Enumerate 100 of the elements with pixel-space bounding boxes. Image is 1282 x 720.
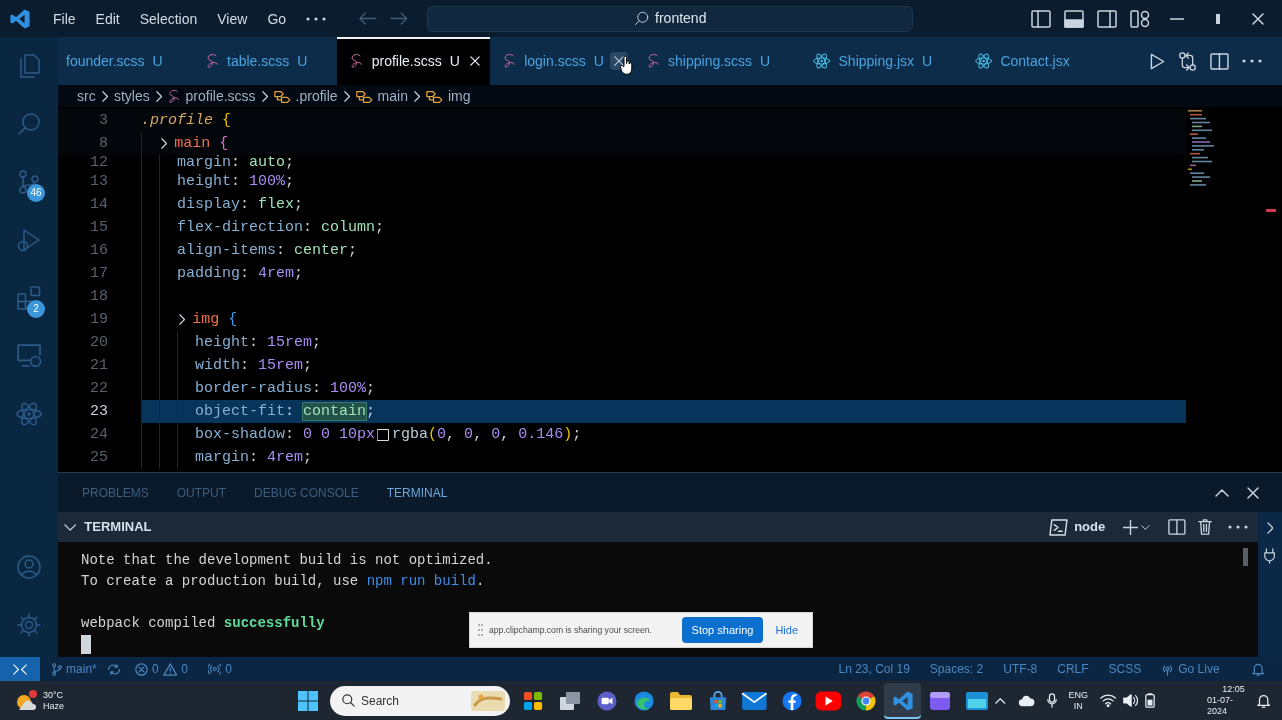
status-item[interactable]: Ln 23, Col 19 [832,657,916,681]
line-number: 13 [89,172,109,192]
compare-changes-icon[interactable] [1178,51,1198,71]
clock-time: 12:05 [1222,684,1245,695]
atom-icon [813,53,831,69]
code-text: height: 100%; [177,172,295,192]
go-live-button[interactable]: Go Live [1155,657,1226,681]
breadcrumb-item[interactable]: .profile [273,85,338,107]
line-number: 14 [89,195,109,215]
speaker-icon[interactable] [1123,694,1138,707]
microphone-icon[interactable] [1046,693,1057,708]
editor-tab[interactable]: login.scss U [489,37,634,85]
bell-icon[interactable] [1251,662,1264,676]
battery-icon[interactable] [1145,693,1155,708]
breadcrumb-item[interactable]: main [355,85,408,107]
breadcrumb-item[interactable]: img [426,85,471,107]
editor-tab[interactable]: Shipping.jsx U [800,37,963,85]
shell-selector[interactable]: node [1049,517,1106,537]
close-icon [613,56,624,66]
split-editor-icon[interactable] [1210,52,1229,70]
chevron-icon [155,90,163,102]
code-text: padding: 4rem; [177,264,304,284]
menu-item[interactable]: File [43,8,86,29]
notification-icon[interactable] [1256,693,1270,708]
color-swatch-icon[interactable] [377,428,390,441]
editor-tab[interactable]: founder.scss U [58,37,193,85]
panel-toggle-icon[interactable] [1064,9,1084,28]
editor-tab[interactable]: table.scss U [192,37,338,85]
chevron-right-icon[interactable] [1266,522,1274,534]
run-icon[interactable] [1150,52,1166,70]
wifi-icon[interactable] [1100,694,1117,707]
windows-logo-icon[interactable] [298,690,318,711]
code-text: height: 15rem; [195,333,322,353]
chevron-icon [101,90,108,102]
minimize-icon[interactable] [1170,17,1184,20]
code-text: img { [192,310,238,330]
layout-icon[interactable] [1130,9,1150,28]
line-number: 16 [89,241,109,261]
problems-indicator[interactable]: 0 0 [128,657,194,681]
status-item[interactable]: SCSS [1102,657,1148,681]
plug-icon[interactable] [1264,548,1276,564]
count-badge: 2 [27,300,45,318]
branch-icon [52,662,63,676]
split-terminal-icon[interactable] [1168,519,1186,535]
sync-icon[interactable] [106,663,121,675]
back-arrow-icon[interactable] [358,12,377,25]
menu-item[interactable]: View [207,8,258,29]
search-icon [342,694,355,707]
remote-button[interactable] [0,657,40,681]
command-center[interactable]: frontend [427,5,914,32]
menu-item[interactable]: Selection [129,8,208,29]
close-icon[interactable] [1247,486,1259,499]
branch-indicator[interactable]: main* [46,657,103,681]
ports-indicator[interactable]: 0 [201,657,239,681]
more-icon[interactable] [306,16,327,21]
status-item[interactable]: CRLF [1051,657,1095,681]
menu-item[interactable]: Go [257,8,297,29]
editor-tab[interactable]: profile.scss U [337,37,490,85]
plus-icon[interactable] [1123,519,1139,535]
fold-chevron-icon[interactable] [179,314,186,325]
breadcrumb-item[interactable]: profile.scss [168,85,256,107]
more-icon[interactable] [1228,525,1248,529]
breadcrumb-item[interactable]: src [77,85,96,107]
source-control-icon[interactable] [18,170,40,194]
chevron-down-icon[interactable] [64,523,77,531]
editor-tab[interactable]: shipping.scss U [633,37,801,85]
code-text: box-shadow: 0 0 10px [195,425,376,445]
cloud-icon[interactable] [1017,694,1035,707]
swirl-icon [502,53,517,69]
caret-icon[interactable] [1141,524,1150,530]
warning-icon [162,662,178,676]
fold-chevron-icon[interactable] [161,138,168,149]
more-icon[interactable] [1242,59,1262,63]
sidebar-toggle-icon[interactable] [1031,9,1051,28]
editor-logo-icon [892,690,913,711]
panel-tab[interactable]: TERMINAL [372,483,462,502]
taskbar-app-button[interactable] [884,682,921,719]
line-number: 18 [89,287,109,307]
code-text: .profile { [141,111,232,131]
section-title: TERMINAL [84,518,152,537]
scrollbar-thumb[interactable] [1243,548,1248,566]
chevron-up-icon[interactable] [995,697,1006,704]
breadcrumb-item[interactable]: styles [113,85,150,107]
terminal-icon [1049,518,1069,536]
stop-sharing-button[interactable]: Stop sharing [681,617,764,643]
weather-icon[interactable] [14,689,38,712]
status-item[interactable]: Spaces: 2 [923,657,990,681]
editor-tab[interactable]: Contact.jsx [962,37,1100,85]
secondary-sidebar-icon[interactable] [1097,9,1117,28]
status-item[interactable]: UTF-8 [997,657,1044,681]
close-icon[interactable] [1252,12,1264,25]
extensions-icon[interactable] [17,286,41,310]
hide-link[interactable]: Hide [769,621,804,639]
menu-item[interactable]: Edit [85,8,130,29]
maximize-icon[interactable] [1216,13,1220,24]
grip-icon[interactable] [478,624,483,636]
minimap[interactable] [1188,110,1216,188]
trash-icon[interactable] [1197,519,1212,535]
chevron-up-icon[interactable] [1215,488,1229,497]
forward-arrow-icon[interactable] [389,12,409,25]
